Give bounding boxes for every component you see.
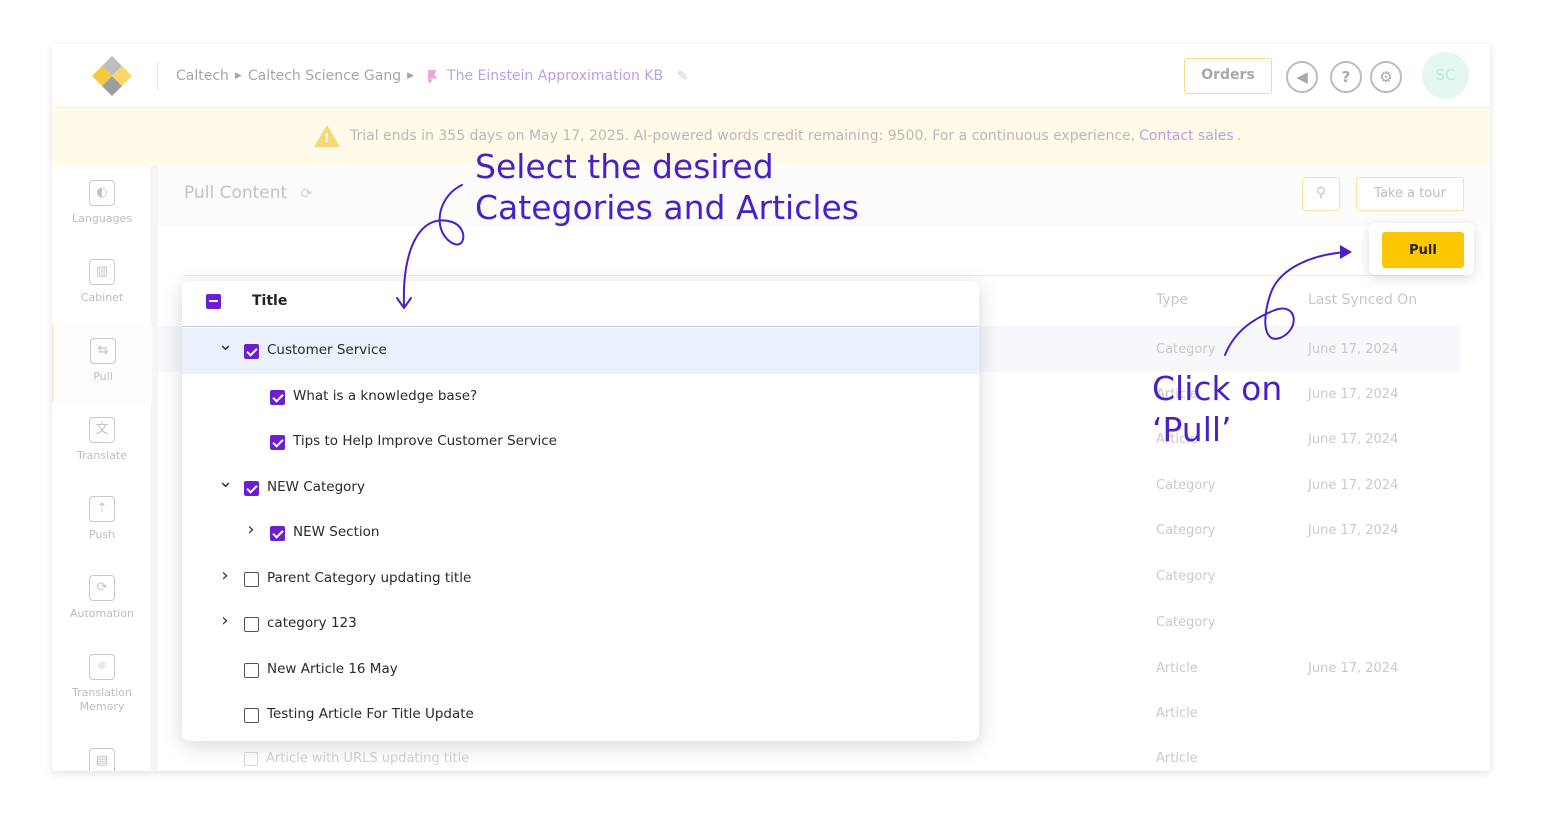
annotation-arrows xyxy=(396,184,1352,356)
curved-arrow-icon xyxy=(396,184,465,310)
curved-arrow-icon xyxy=(1224,245,1352,356)
